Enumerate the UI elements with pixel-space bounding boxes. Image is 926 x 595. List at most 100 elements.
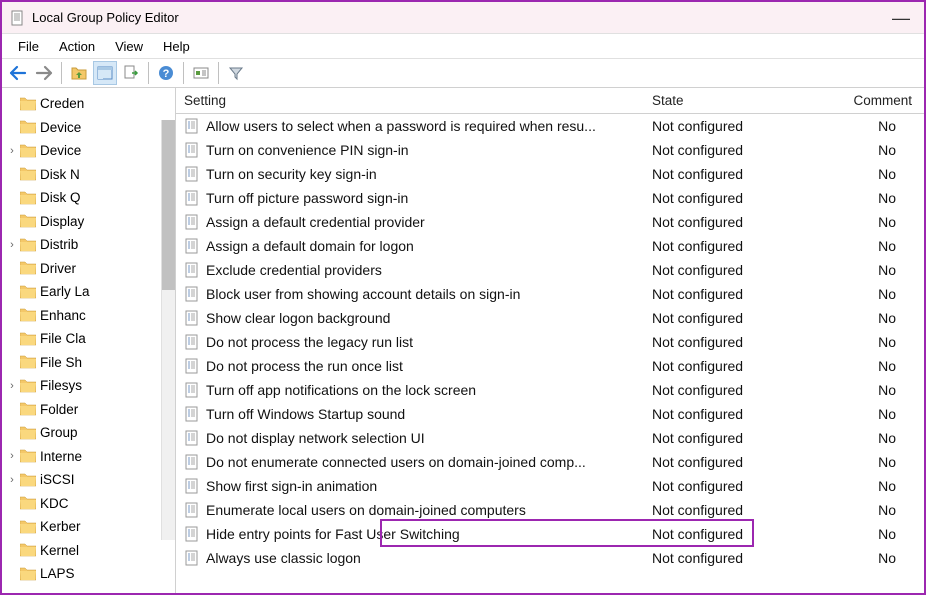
policy-comment: No [814,238,924,254]
policy-state: Not configured [644,358,814,374]
options-button[interactable] [189,61,213,85]
policy-row[interactable]: Turn off picture password sign-inNot con… [176,186,924,210]
policy-comment: No [814,430,924,446]
policy-state: Not configured [644,382,814,398]
up-folder-button[interactable] [67,61,91,85]
policy-row[interactable]: Assign a default credential providerNot … [176,210,924,234]
column-comment[interactable]: Comment [814,93,924,108]
policy-comment: No [814,214,924,230]
app-window: Local Group Policy Editor — File Action … [0,0,926,595]
export-button[interactable] [119,61,143,85]
tree-item[interactable]: Early La [2,280,175,304]
policy-row[interactable]: Do not display network selection UINot c… [176,426,924,450]
policy-name: Show first sign-in animation [206,478,377,494]
tree-item[interactable]: Disk Q [2,186,175,210]
list-body[interactable]: Allow users to select when a password is… [176,114,924,593]
policy-row[interactable]: Show clear logon backgroundNot configure… [176,306,924,330]
menu-file[interactable]: File [8,37,49,56]
policy-row[interactable]: Hide entry points for Fast User Switchin… [176,522,924,546]
title-bar[interactable]: Local Group Policy Editor — [2,2,924,34]
column-setting[interactable]: Setting [176,93,644,108]
list-pane: Setting State Comment Allow users to sel… [176,88,924,593]
policy-row[interactable]: Do not process the run once listNot conf… [176,354,924,378]
show-tree-button[interactable] [93,61,117,85]
menu-help[interactable]: Help [153,37,200,56]
policy-row[interactable]: Do not process the legacy run listNot co… [176,330,924,354]
tree-item[interactable]: › Interne [2,445,175,469]
tree-pane[interactable]: CredenDevice›DeviceDisk NDisk QDisplay›D… [2,88,176,593]
policy-row[interactable]: Assign a default domain for logonNot con… [176,234,924,258]
policy-name: Turn on security key sign-in [206,166,377,182]
policy-row[interactable]: Turn off app notifications on the lock s… [176,378,924,402]
policy-state: Not configured [644,526,814,542]
policy-name: Do not enumerate connected users on doma… [206,454,586,470]
tree-item[interactable]: Display [2,210,175,234]
tree-item[interactable]: ›Filesys [2,374,175,398]
tree-item[interactable]: Creden [2,92,175,116]
tree-item[interactable]: ›Distrib [2,233,175,257]
tree-item[interactable]: Kerber [2,515,175,539]
policy-state: Not configured [644,142,814,158]
policy-name: Exclude credential providers [206,262,382,278]
expand-icon[interactable]: › [6,450,18,462]
expand-icon[interactable]: › [6,145,18,157]
tree-label: iSCSI [40,472,75,487]
minimize-button[interactable]: — [886,9,916,27]
policy-row[interactable]: Turn on security key sign-inNot configur… [176,162,924,186]
policy-state: Not configured [644,478,814,494]
tree-item[interactable]: Driver [2,257,175,281]
policy-name: Block user from showing account details … [206,286,520,302]
svg-text:?: ? [163,68,170,80]
tree-label: LAPS [40,566,75,581]
tree-label: Early La [40,284,90,299]
policy-name: Enumerate local users on domain-joined c… [206,502,526,518]
tree-item[interactable]: Enhanc [2,304,175,328]
tree-item[interactable]: Folder [2,398,175,422]
policy-row[interactable]: Do not enumerate connected users on doma… [176,450,924,474]
tree-item[interactable]: File Sh [2,351,175,375]
policy-comment: No [814,502,924,518]
expand-icon[interactable]: › [6,239,18,251]
tree-item[interactable]: LAPS [2,562,175,586]
list-header: Setting State Comment [176,88,924,114]
policy-row[interactable]: Block user from showing account details … [176,282,924,306]
back-button[interactable] [6,61,30,85]
forward-button[interactable] [32,61,56,85]
column-state[interactable]: State [644,93,814,108]
tree-item[interactable]: Kernel [2,539,175,563]
policy-row[interactable]: Exclude credential providers Not configur… [176,258,924,282]
policy-row[interactable]: Turn off Windows Startup soundNot config… [176,402,924,426]
tree-item[interactable]: File Cla [2,327,175,351]
tree-item[interactable]: KDC [2,492,175,516]
expand-icon[interactable]: › [6,474,18,486]
tree-item[interactable]: › iSCSI [2,468,175,492]
menu-view[interactable]: View [105,37,153,56]
policy-row[interactable]: Enumerate local users on domain-joined c… [176,498,924,522]
policy-state: Not configured [644,502,814,518]
expand-icon[interactable]: › [6,380,18,392]
policy-row[interactable]: Always use classic logonNot configuredNo [176,546,924,570]
tree-label: KDC [40,496,69,511]
filter-button[interactable] [224,61,248,85]
policy-row[interactable]: Allow users to select when a password is… [176,114,924,138]
tree-label: Device [40,120,81,135]
tree-label: Kernel [40,543,79,558]
policy-row[interactable]: Show first sign-in animation Not configur… [176,474,924,498]
tree-label: Interne [40,449,82,464]
tree-item[interactable]: Group [2,421,175,445]
tree-label: Disk N [40,167,80,182]
menu-action[interactable]: Action [49,37,105,56]
policy-comment: No [814,310,924,326]
policy-state: Not configured [644,214,814,230]
policy-comment: No [814,190,924,206]
scrollbar-thumb[interactable] [162,120,175,290]
tree-item[interactable]: Device [2,116,175,140]
tree-item[interactable]: Disk N [2,163,175,187]
policy-state: Not configured [644,262,814,278]
policy-row[interactable]: Turn on convenience PIN sign-inNot confi… [176,138,924,162]
tree-item[interactable]: ›Device [2,139,175,163]
app-icon [10,10,26,26]
tree-label: Kerber [40,519,81,534]
tree-scrollbar[interactable] [161,120,175,540]
help-button[interactable]: ? [154,61,178,85]
